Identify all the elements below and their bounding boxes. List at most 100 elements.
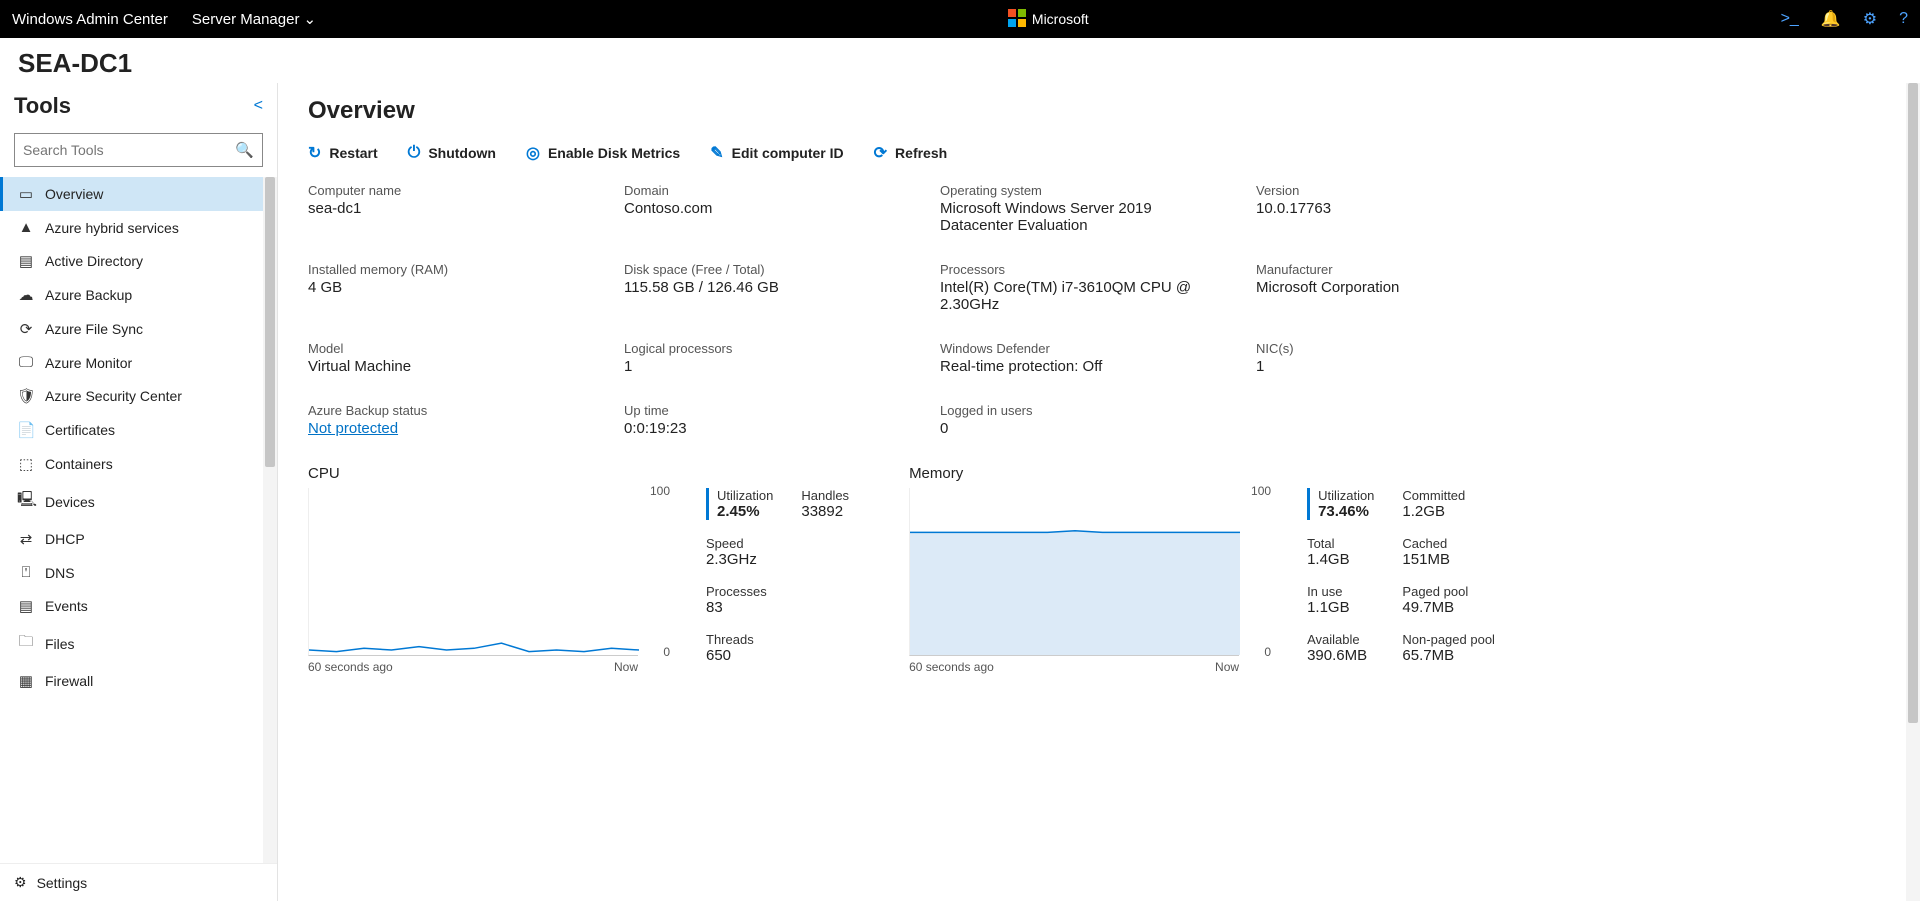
action-label: Restart: [329, 145, 377, 161]
notifications-icon[interactable]: 🔔: [1821, 9, 1841, 29]
restart-button[interactable]: ↻Restart: [308, 143, 378, 163]
nav-label: Azure Monitor: [45, 355, 132, 371]
fact-operating-system: Operating system Microsoft Windows Server…: [940, 183, 1220, 234]
fact-disk-space-free-total-: Disk space (Free / Total) 115.58 GB / 126…: [624, 262, 904, 313]
chevron-down-icon: ⌄: [303, 10, 316, 28]
sidebar-item-azure-monitor[interactable]: 🖵Azure Monitor: [0, 346, 277, 379]
nav-icon: ⬚: [17, 455, 35, 473]
sidebar-title: Tools: [14, 93, 71, 119]
sidebar-item-firewall[interactable]: ▦Firewall: [0, 664, 277, 698]
sidebar-item-events[interactable]: ▤ Events: [0, 589, 277, 623]
nav-icon: ▭: [17, 185, 35, 203]
cpu-xlabel-right: Now: [614, 660, 638, 674]
nav-label: DHCP: [45, 531, 85, 547]
help-icon[interactable]: ?: [1899, 10, 1908, 28]
nav-icon: ▤: [17, 597, 35, 615]
fact-label: Manufacturer: [1256, 262, 1536, 277]
shutdown-button[interactable]: ⏻Shutdown: [408, 143, 496, 163]
facts-grid: Computer namesea-dc1DomainContoso.comOpe…: [308, 183, 1890, 437]
sidebar-item-devices[interactable]: 🖳Devices: [0, 481, 277, 522]
sidebar-item-azure-backup[interactable]: ☁Azure Backup: [0, 278, 277, 312]
nav-icon: ▦: [17, 672, 35, 690]
sidebar-item-azure-file-sync[interactable]: ⟳Azure File Sync: [0, 312, 277, 346]
fact-value: 115.58 GB / 126.46 GB: [624, 279, 904, 296]
sidebar-item-azure-hybrid-services[interactable]: ▲Azure hybrid services: [0, 211, 277, 244]
fact-label: Operating system: [940, 183, 1220, 198]
tools-search[interactable]: 🔍: [14, 133, 263, 167]
main-scrollbar[interactable]: [1906, 83, 1920, 901]
stat-value: 33892: [801, 503, 849, 520]
stat-label: Utilization: [717, 488, 773, 503]
search-icon[interactable]: 🔍: [235, 141, 254, 159]
action-icon: ⟳: [874, 143, 887, 163]
stat-label: Committed: [1402, 488, 1495, 503]
microsoft-logo-icon: [1008, 9, 1026, 30]
sidebar-item-dhcp[interactable]: ⇄DHCP: [0, 522, 277, 556]
settings-icon[interactable]: ⚙: [1863, 9, 1877, 29]
nav-label: Azure Security Center: [45, 388, 182, 404]
stat-utilization: Utilization73.46%: [1307, 488, 1374, 520]
fact-value: 1: [624, 358, 904, 375]
stat-paged-pool: Paged pool49.7MB: [1402, 584, 1495, 616]
fact-manufacturer: ManufacturerMicrosoft Corporation: [1256, 262, 1536, 313]
memory-stats: Utilization73.46%Committed1.2GBTotal1.4G…: [1307, 488, 1495, 674]
stat-speed: Speed2.3GHz: [706, 536, 773, 568]
action-label: Shutdown: [428, 145, 496, 161]
context-dropdown[interactable]: Server Manager ⌄: [192, 10, 316, 28]
fact-value: Virtual Machine: [308, 358, 588, 375]
nav-icon: 🖳: [17, 489, 35, 514]
nav-label: Containers: [45, 456, 113, 472]
sidebar-settings[interactable]: ⚙ Settings: [0, 863, 277, 901]
nav-label: Certificates: [45, 422, 115, 438]
stat-handles: Handles33892: [801, 488, 849, 520]
fact-value: Microsoft Windows Server 2019 Datacenter…: [940, 200, 1220, 234]
stat-value: 73.46%: [1318, 503, 1374, 520]
stat-committed: Committed1.2GB: [1402, 488, 1495, 520]
sidebar-item-containers[interactable]: ⬚ Containers: [0, 447, 277, 481]
sidebar-item-dns[interactable]: ⍞DNS: [0, 556, 277, 589]
fact-logged-in-users: Logged in users0: [940, 403, 1220, 437]
fact-value: 0:0:19:23: [624, 420, 904, 437]
cpu-stats: Utilization2.45%Handles33892Speed2.3GHzP…: [706, 488, 849, 674]
sidebar-item-azure-security-center[interactable]: 🛡Azure Security Center: [0, 379, 277, 413]
stat-label: In use: [1307, 584, 1374, 599]
cpu-chart-title: CPU: [308, 465, 849, 482]
sidebar-item-overview[interactable]: ▭Overview: [0, 177, 277, 211]
sidebar-item-certificates[interactable]: 📄Certificates: [0, 413, 277, 447]
context-label: Server Manager: [192, 11, 300, 28]
page-title: Overview: [308, 97, 1890, 125]
stat-utilization: Utilization2.45%: [706, 488, 773, 520]
edit-computer-id-button[interactable]: ✎Edit computer ID: [710, 143, 843, 163]
stat-value: 83: [706, 599, 773, 616]
fact-label: Version: [1256, 183, 1536, 198]
cpu-chart: 100 0: [308, 488, 638, 656]
nav-icon: 🗀: [17, 631, 35, 656]
stat-label: Speed: [706, 536, 773, 551]
fact-up-time: Up time0:0:19:23: [624, 403, 904, 437]
fact-value[interactable]: Not protected: [308, 420, 588, 437]
brand-label: Microsoft: [1032, 11, 1089, 27]
nav-label: Active Directory: [45, 253, 143, 269]
stat-value: 151MB: [1402, 551, 1495, 568]
fact-label: Disk space (Free / Total): [624, 262, 904, 277]
fact-value: 0: [940, 420, 1220, 437]
fact-model: ModelVirtual Machine: [308, 341, 588, 375]
stat-value: 650: [706, 647, 773, 664]
refresh-button[interactable]: ⟳Refresh: [874, 143, 948, 163]
server-name-heading: SEA-DC1: [0, 38, 1920, 83]
sidebar-scrollbar[interactable]: [263, 177, 277, 863]
sidebar-item-active-directory[interactable]: ▤Active Directory: [0, 244, 277, 278]
fact-value: 10.0.17763: [1256, 200, 1536, 217]
sidebar-settings-label: Settings: [37, 875, 88, 891]
fact-label: Processors: [940, 262, 1220, 277]
tools-sidebar: Tools < 🔍 ▭Overview▲Azure hybrid service…: [0, 83, 278, 901]
cloud-shell-icon[interactable]: >_: [1781, 10, 1799, 28]
stat-value: 65.7MB: [1402, 647, 1495, 664]
collapse-sidebar-icon[interactable]: <: [254, 97, 263, 115]
sidebar-item-files[interactable]: 🗀Files: [0, 623, 277, 664]
tools-search-input[interactable]: [23, 142, 235, 158]
main-content: Overview ↻Restart ⏻Shutdown ◎Enable Disk M…: [278, 83, 1920, 901]
app-title[interactable]: Windows Admin Center: [12, 11, 168, 28]
enable-disk-metrics-button[interactable]: ◎Enable Disk Metrics: [526, 143, 680, 163]
nav-label: Events: [45, 598, 88, 614]
